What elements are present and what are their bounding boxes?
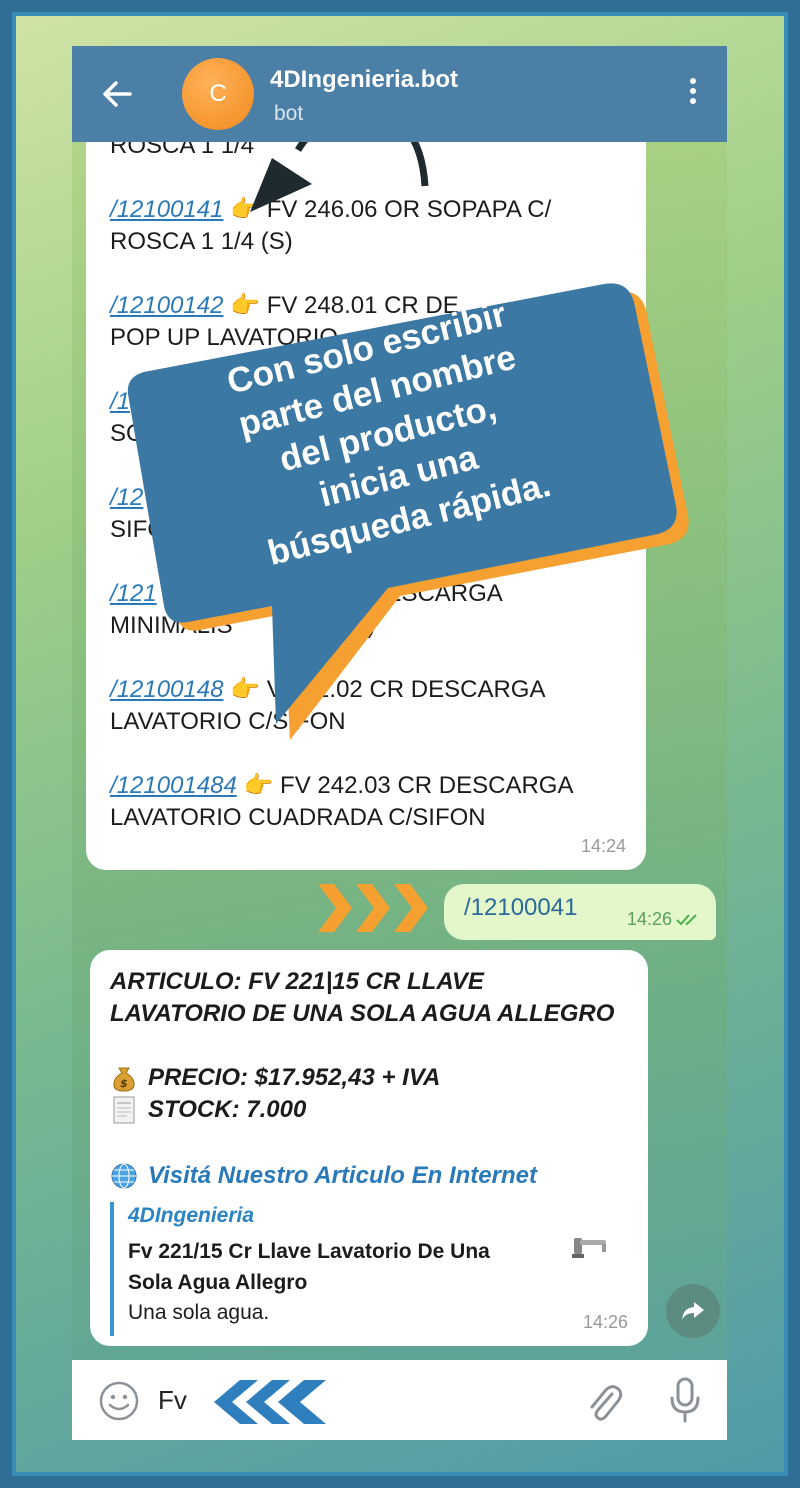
emoji-icon[interactable]: [98, 1380, 140, 1422]
list-item-text: FV 242.03 CR DESCARGA: [280, 772, 574, 799]
svg-text:$: $: [120, 1077, 128, 1090]
pointing-hand-icon: 👉: [243, 772, 274, 799]
message-time: 14:24: [580, 836, 626, 856]
preview-title: Fv 221/15 Cr Llave Lavatorio De Una Sola…: [128, 1240, 490, 1294]
more-menu-icon[interactable]: [687, 78, 699, 110]
back-arrow-icon[interactable]: [100, 76, 136, 112]
command-link[interactable]: /1: [110, 388, 130, 415]
article-message: ARTICULO: FV 221|15 CR LLAVE LAVATORIO D…: [90, 950, 648, 1346]
command-link[interactable]: /121: [110, 580, 157, 607]
money-bag-icon: $: [110, 1064, 138, 1092]
chat-title[interactable]: 4DIngenieria.bot: [270, 66, 458, 94]
list-item: /121001484 👉 FV 242.03 CR DESCARGA LAVAT…: [110, 770, 628, 834]
chat-header: C 4DIngenieria.bot bot: [72, 46, 727, 142]
list-item-text: SIFO: [110, 516, 167, 543]
paperclip-icon[interactable]: [584, 1380, 624, 1424]
price-text: PRECIO: $17.952,43 + IVA: [148, 1064, 441, 1091]
article-title: ARTICULO: FV 221|15 CR LLAVE: [110, 968, 484, 995]
stock-text: STOCK: 7.000: [148, 1096, 307, 1123]
pointing-hand-icon: 👉: [230, 196, 261, 223]
command-link[interactable]: /12100141: [110, 196, 223, 223]
command-link[interactable]: /12: [110, 484, 143, 511]
list-item-text: SO: [110, 420, 145, 447]
forward-button[interactable]: [666, 1284, 720, 1338]
pointing-hand-icon: 👉: [230, 292, 261, 319]
preview-description: Una sola agua.: [128, 1301, 270, 1324]
pointing-hand-icon: 👉: [230, 676, 261, 703]
list-item-text: ROSCA 1 1/4 (S): [110, 228, 293, 255]
message-input[interactable]: [158, 1378, 278, 1422]
command-link[interactable]: /12100142: [110, 292, 223, 319]
list-item: /12100141 👉 FV 246.06 OR SOPAPA C/ ROSCA…: [110, 194, 628, 258]
website-link-label[interactable]: Visitá Nuestro Articulo En Internet: [148, 1160, 537, 1192]
price-line: $ PRECIO: $17.952,43 + IVA: [110, 1062, 628, 1094]
article-title: LAVATORIO DE UNA SOLA AGUA ALLEGRO: [110, 1000, 615, 1027]
list-item-text: LAVATORIO C/SIFON: [110, 708, 346, 735]
command-link[interactable]: /12100148: [110, 676, 223, 703]
stock-line: STOCK: 7.000: [110, 1094, 628, 1126]
receipt-icon: [110, 1096, 138, 1124]
globe-icon: [110, 1162, 138, 1190]
forward-arrow-icon: [682, 1302, 704, 1320]
microphone-icon[interactable]: [668, 1376, 702, 1424]
list-item-text: V 242.02 CR DESCARGA: [266, 676, 546, 703]
website-link[interactable]: Visitá Nuestro Articulo En Internet: [110, 1160, 628, 1192]
list-item-text: MINIMALIS FON (S): [110, 612, 376, 639]
preview-site: 4DIngenieria: [128, 1204, 255, 1227]
faucet-thumbnail: [572, 1238, 606, 1258]
message-time: 14:26: [626, 909, 672, 929]
list-item: /12100148 👉 V 242.02 CR DESCARGA LAVATOR…: [110, 674, 628, 738]
list-item: /121 2.01 CR DESCARGA MINIMALIS FON (S): [110, 578, 628, 642]
chat-subtitle: bot: [274, 102, 304, 125]
list-item-text: LAVATORIO CUADRADA C/SIFON: [110, 804, 486, 831]
double-check-icon: [676, 914, 697, 926]
command-link[interactable]: /121001484: [110, 772, 237, 799]
message-time: 14:26: [582, 1312, 628, 1332]
user-message-text: /12100041: [464, 894, 578, 921]
avatar-letter: C: [209, 80, 227, 107]
list-item-text: FV 246.06 OR SOPAPA C/: [266, 196, 552, 223]
user-message: /12100041 14:26: [444, 884, 716, 940]
list-item-text: 2.01 CR DESCARGA: [273, 580, 503, 607]
message-input-bar: [72, 1360, 727, 1440]
link-preview[interactable]: 4DIngenieria Fv 221/15 Cr Llave Lavatori…: [110, 1202, 628, 1336]
avatar[interactable]: C: [182, 58, 254, 130]
chat-screen: /1210014 FV 246.05 OR SOPAPA C/ ROSCA 1 …: [72, 46, 727, 1440]
